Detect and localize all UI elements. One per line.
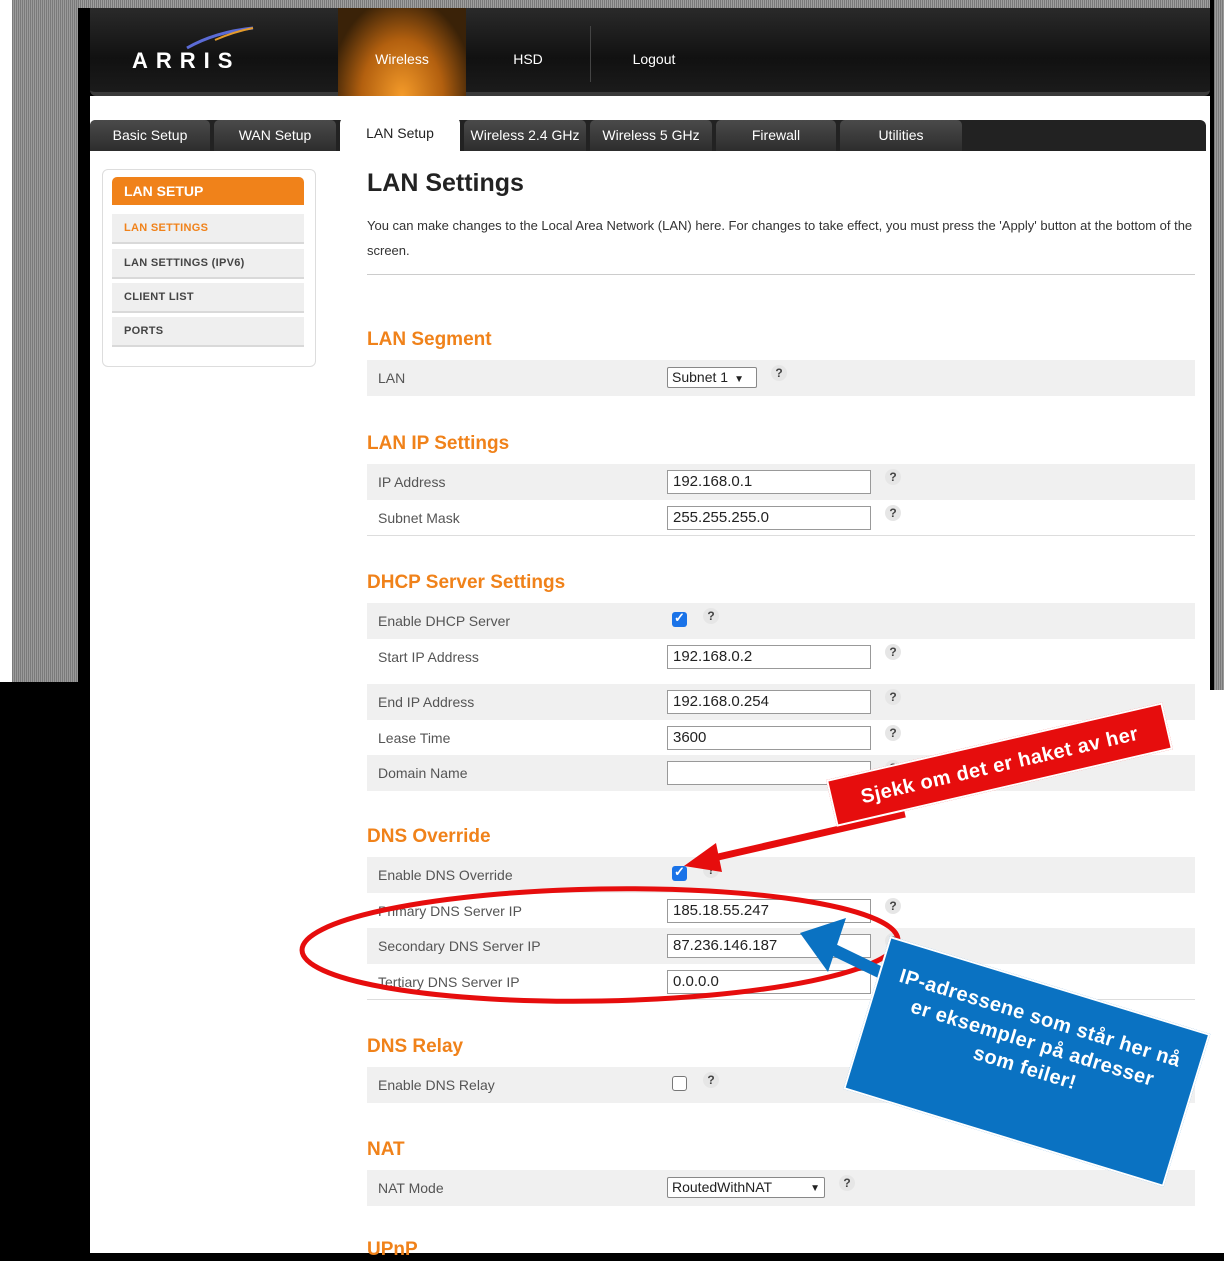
- enable-dns-override-checkbox[interactable]: [672, 864, 687, 881]
- lan-label: LAN: [378, 370, 406, 386]
- row-ip-address: IP Address 192.168.0.1 ?: [367, 464, 1195, 500]
- row-end-ip: End IP Address 192.168.0.254 ?: [367, 684, 1195, 720]
- lease-time-input[interactable]: 3600: [667, 726, 871, 750]
- arris-logo-swoosh-icon: [186, 26, 254, 50]
- row-nat-mode: NAT Mode RoutedWithNAT ▼ ?: [367, 1170, 1195, 1206]
- primary-dns-label: Primary DNS Server IP: [378, 903, 522, 919]
- tertiary-dns-input[interactable]: 0.0.0.0: [667, 970, 871, 994]
- tab-bar: Basic Setup WAN Setup LAN Setup Wireless…: [90, 96, 1210, 151]
- help-icon[interactable]: ?: [885, 725, 901, 741]
- tab-wireless-5[interactable]: Wireless 5 GHz: [590, 120, 712, 151]
- tab-firewall[interactable]: Firewall: [716, 120, 836, 151]
- top-header: ARRIS Wireless HSD Logout: [90, 8, 1210, 96]
- divider: [367, 274, 1195, 275]
- nat-mode-select[interactable]: RoutedWithNAT ▼: [667, 1177, 825, 1198]
- help-icon[interactable]: ?: [703, 1072, 719, 1088]
- row-primary-dns: Primary DNS Server IP 185.18.55.247 ?: [367, 893, 1195, 929]
- row-enable-dns-override: Enable DNS Override ?: [367, 857, 1195, 893]
- end-ip-input[interactable]: 192.168.0.254: [667, 690, 871, 714]
- sidebar-item-lan-settings[interactable]: LAN SETTINGS: [112, 214, 304, 244]
- nav-logout[interactable]: Logout: [592, 8, 716, 96]
- help-icon[interactable]: ?: [703, 862, 719, 878]
- nav-hsd[interactable]: HSD: [466, 8, 590, 96]
- secondary-dns-label: Secondary DNS Server IP: [378, 938, 541, 954]
- subnet-mask-label: Subnet Mask: [378, 510, 460, 526]
- help-icon[interactable]: ?: [885, 505, 901, 521]
- row-enable-dhcp: Enable DHCP Server ?: [367, 603, 1195, 639]
- enable-dhcp-checkbox[interactable]: [672, 610, 687, 627]
- end-ip-label: End IP Address: [378, 694, 475, 710]
- start-ip-input[interactable]: 192.168.0.2: [667, 645, 871, 669]
- section-dns-override: DNS Override: [367, 826, 491, 847]
- tab-utilities[interactable]: Utilities: [840, 120, 962, 151]
- help-icon[interactable]: ?: [885, 644, 901, 660]
- enable-dns-relay-checkbox[interactable]: [672, 1076, 687, 1091]
- help-icon[interactable]: ?: [885, 469, 901, 485]
- nat-mode-label: NAT Mode: [378, 1180, 444, 1196]
- row-lan: LAN Subnet 1 ▼ ?: [367, 360, 1195, 396]
- section-upnp: UPnP: [367, 1239, 418, 1260]
- subnet-mask-input[interactable]: 255.255.255.0: [667, 506, 871, 530]
- section-nat: NAT: [367, 1139, 405, 1160]
- sidebar: LAN SETUP LAN SETTINGS LAN SETTINGS (IPV…: [102, 169, 316, 367]
- ip-address-label: IP Address: [378, 474, 446, 490]
- help-icon[interactable]: ?: [771, 365, 787, 381]
- primary-dns-input[interactable]: 185.18.55.247: [667, 899, 871, 923]
- sidebar-item-lan-settings-ipv6[interactable]: LAN SETTINGS (IPV6): [112, 249, 304, 279]
- help-icon[interactable]: ?: [885, 898, 901, 914]
- section-lan-ip: LAN IP Settings: [367, 433, 510, 454]
- section-dns-relay: DNS Relay: [367, 1036, 464, 1057]
- tab-wireless-24[interactable]: Wireless 2.4 GHz: [464, 120, 586, 151]
- enable-dhcp-label: Enable DHCP Server: [378, 613, 511, 629]
- top-margin: [78, 0, 1224, 8]
- lan-select[interactable]: Subnet 1 ▼: [667, 367, 757, 388]
- secondary-dns-input[interactable]: 87.236.146.187: [667, 934, 871, 958]
- row-start-ip: Start IP Address 192.168.0.2 ?: [367, 639, 1195, 675]
- section-lan-segment: LAN Segment: [367, 329, 492, 350]
- tab-wan-setup[interactable]: WAN Setup: [214, 120, 336, 151]
- nav-wireless[interactable]: Wireless: [338, 8, 466, 96]
- sidebar-item-ports[interactable]: PORTS: [112, 317, 304, 347]
- enable-dns-override-label: Enable DNS Override: [378, 867, 513, 883]
- nav-divider: [590, 26, 591, 82]
- tab-basic-setup[interactable]: Basic Setup: [90, 120, 210, 151]
- help-icon[interactable]: ?: [839, 1175, 855, 1191]
- start-ip-label: Start IP Address: [378, 649, 479, 665]
- lease-time-label: Lease Time: [378, 730, 451, 746]
- help-icon[interactable]: ?: [885, 689, 901, 705]
- tertiary-dns-label: Tertiary DNS Server IP: [378, 974, 520, 990]
- sidebar-title: LAN SETUP: [112, 177, 304, 205]
- row-subnet-mask: Subnet Mask 255.255.255.0 ?: [367, 500, 1195, 536]
- row-secondary-dns: Secondary DNS Server IP 87.236.146.187 ?: [367, 928, 1195, 964]
- page-title: LAN Settings: [367, 169, 524, 197]
- help-icon[interactable]: ?: [703, 608, 719, 624]
- ip-address-input[interactable]: 192.168.0.1: [667, 470, 871, 494]
- tab-lan-setup[interactable]: LAN Setup: [340, 118, 460, 151]
- intro-text: You can make changes to the Local Area N…: [367, 218, 1193, 258]
- domain-name-label: Domain Name: [378, 765, 468, 781]
- enable-dns-relay-label: Enable DNS Relay: [378, 1077, 495, 1093]
- sidebar-item-client-list[interactable]: CLIENT LIST: [112, 283, 304, 313]
- section-dhcp: DHCP Server Settings: [367, 572, 566, 593]
- right-margin: [1210, 0, 1224, 1253]
- arris-logo[interactable]: ARRIS: [132, 48, 240, 74]
- left-margin: [0, 0, 90, 682]
